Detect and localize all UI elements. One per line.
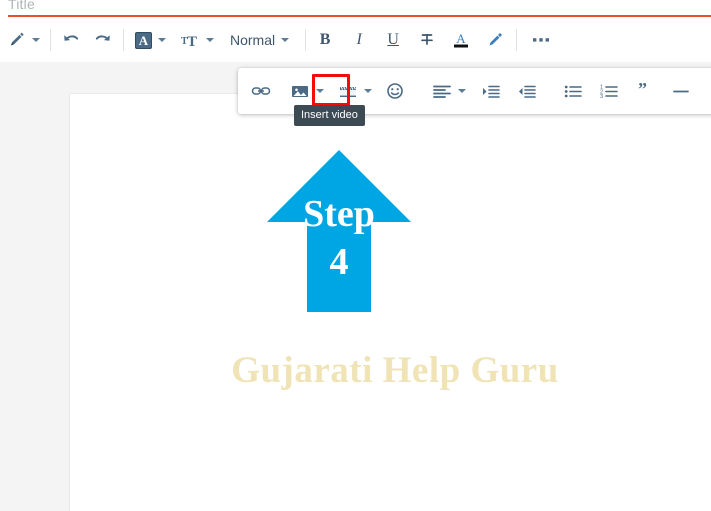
- pen-chevron-down-icon[interactable]: [32, 38, 40, 42]
- redo-button[interactable]: [91, 25, 115, 55]
- pen-icon: [8, 31, 26, 49]
- toolbar-group-pen: [6, 25, 42, 55]
- svg-text:A: A: [456, 31, 466, 46]
- quote-icon: ”: [636, 83, 654, 100]
- font-family-chevron-down-icon[interactable]: [158, 38, 166, 42]
- paragraph-style-chevron-down-icon[interactable]: [281, 38, 290, 42]
- text-align-button[interactable]: [430, 76, 454, 106]
- insert-emoji-button[interactable]: [384, 76, 406, 106]
- text-color-icon: A: [454, 31, 469, 48]
- watermark-text: Gujarati Help Guru: [231, 350, 559, 391]
- step-arrow-graphic[interactable]: Step 4: [264, 147, 414, 315]
- svg-text:”: ”: [638, 83, 647, 99]
- insert-image-control[interactable]: [288, 76, 326, 106]
- strikethrough-button[interactable]: [416, 25, 438, 55]
- more-options-button[interactable]: [529, 25, 553, 55]
- text-color-button[interactable]: A: [450, 25, 472, 55]
- indent-decrease-button[interactable]: [516, 76, 538, 106]
- video-clapper-icon: [338, 83, 358, 100]
- paragraph-style-value[interactable]: Normal: [228, 32, 277, 48]
- font-size-icon: T T: [180, 32, 200, 49]
- bulleted-list-icon: [563, 83, 583, 100]
- font-size-control[interactable]: T T: [178, 25, 216, 55]
- document-canvas-area: Step 4 Gujarati Help Guru: [0, 62, 711, 511]
- underline-icon: U: [387, 31, 399, 48]
- underline-button[interactable]: U: [382, 25, 404, 55]
- font-size-button[interactable]: T T: [178, 25, 202, 55]
- document-title-input[interactable]: Title: [8, 0, 35, 13]
- insert-video-button[interactable]: [336, 76, 360, 106]
- toolbar-divider-1: [50, 29, 51, 51]
- paragraph-style-control[interactable]: Normal: [228, 32, 291, 48]
- indent-decrease-icon: [517, 83, 537, 100]
- font-family-button[interactable]: A: [132, 25, 154, 55]
- insert-video-control[interactable]: [336, 76, 374, 106]
- emoji-smiley-icon: [385, 82, 405, 100]
- svg-text:T: T: [187, 34, 197, 49]
- undo-icon: [61, 31, 81, 49]
- image-icon: [290, 83, 310, 100]
- font-family-control[interactable]: A: [132, 25, 168, 55]
- insert-video-chevron-down-icon[interactable]: [364, 89, 372, 93]
- numbered-list-icon: 1 2 3: [599, 83, 619, 100]
- bold-icon: B: [319, 31, 331, 48]
- redo-icon: [93, 31, 113, 49]
- more-horizontal-icon: [531, 31, 551, 49]
- insert-image-button[interactable]: [288, 76, 312, 106]
- font-a-icon: A: [134, 31, 152, 49]
- svg-text:3: 3: [600, 94, 603, 100]
- numbered-list-button[interactable]: 1 2 3: [598, 76, 620, 106]
- bulleted-list-button[interactable]: [562, 76, 584, 106]
- block-quote-button[interactable]: ”: [634, 76, 656, 106]
- insert-image-chevron-down-icon[interactable]: [316, 89, 324, 93]
- toolbar-divider-3: [305, 29, 307, 51]
- title-bar: Title: [0, 0, 711, 18]
- align-left-icon: [432, 83, 452, 100]
- font-size-chevron-down-icon[interactable]: [206, 38, 214, 42]
- indent-increase-icon: [481, 83, 501, 100]
- arrow-up-shape: [267, 150, 411, 312]
- title-underline: [8, 15, 711, 17]
- text-align-control[interactable]: [430, 76, 468, 106]
- pen-tool-button[interactable]: [6, 25, 28, 55]
- document-editor-window: Title A T T Normal B I U A Step 4 Gujara…: [0, 0, 711, 511]
- italic-icon: I: [356, 31, 362, 48]
- toolbar-divider-4: [516, 29, 518, 51]
- italic-button[interactable]: I: [348, 25, 370, 55]
- toolbar-divider-2: [123, 29, 124, 51]
- insert-link-button[interactable]: [250, 76, 272, 106]
- insert-video-tooltip: Insert video: [294, 105, 365, 126]
- bold-button[interactable]: B: [314, 25, 336, 55]
- link-icon: [251, 82, 271, 100]
- indent-increase-button[interactable]: [480, 76, 502, 106]
- horizontal-rule-button[interactable]: [670, 76, 692, 106]
- strikethrough-icon: [418, 31, 436, 49]
- main-toolbar: A T T Normal B I U A: [0, 18, 711, 62]
- document-page[interactable]: Step 4 Gujarati Help Guru: [70, 94, 711, 511]
- highlight-button[interactable]: [484, 25, 506, 55]
- text-align-chevron-down-icon[interactable]: [458, 89, 466, 93]
- highlight-pen-icon: [486, 31, 504, 49]
- undo-button[interactable]: [59, 25, 83, 55]
- horizontal-rule-icon: [671, 83, 691, 100]
- svg-text:A: A: [138, 33, 148, 48]
